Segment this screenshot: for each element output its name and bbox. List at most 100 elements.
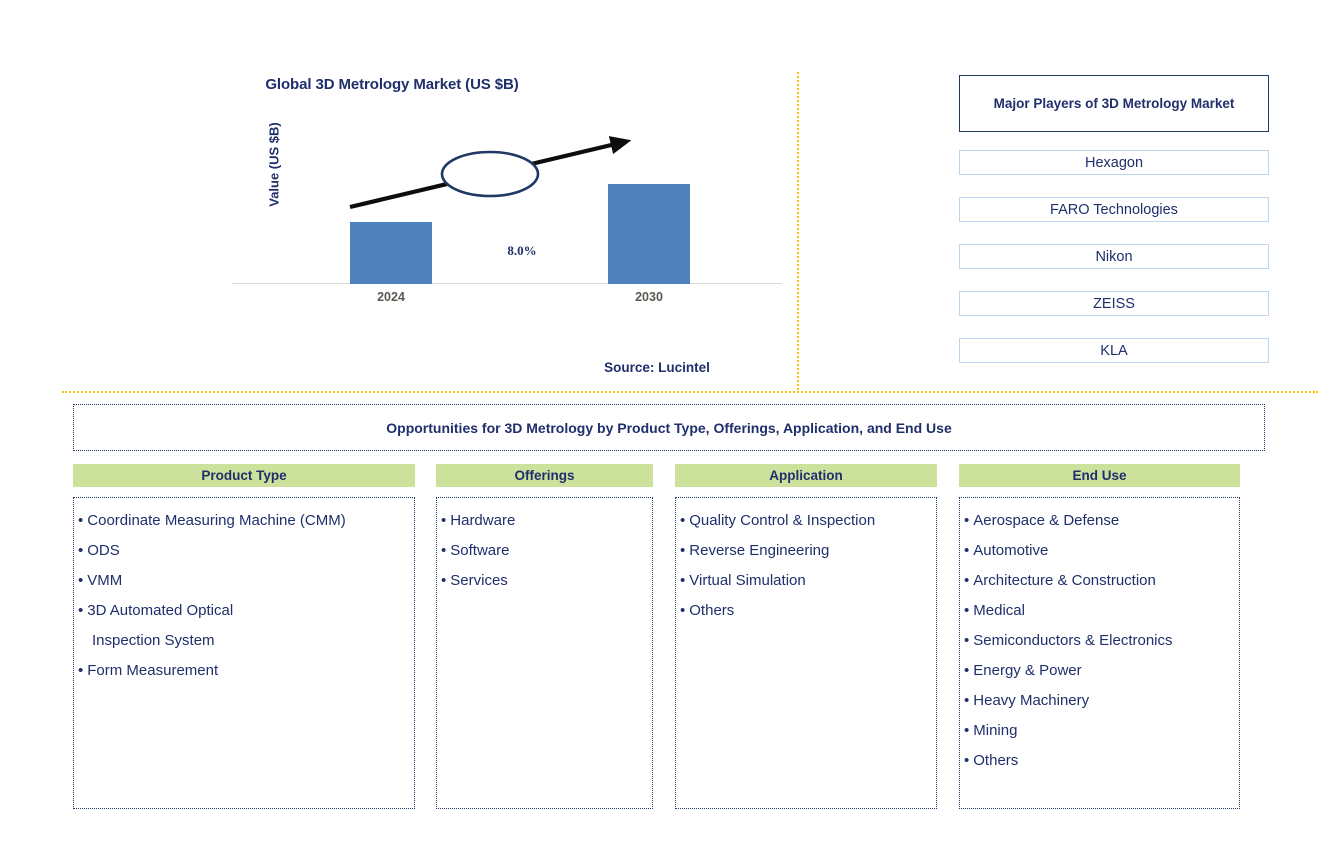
- list-item-label: Hardware: [450, 512, 516, 529]
- list-item: • Others: [680, 596, 930, 626]
- bullet-icon: •: [441, 542, 447, 559]
- column-list: • Coordinate Measuring Machine (CMM) • ODS…: [78, 506, 408, 686]
- bullet-icon: •: [78, 512, 84, 529]
- bullet-icon: •: [964, 692, 970, 709]
- column-header: Offerings: [436, 464, 653, 487]
- list-item: • Quality Control & Inspection: [680, 506, 930, 536]
- column-offerings: Offerings • Hardware • Software • Services: [436, 464, 653, 809]
- list-item: • Heavy Machinery: [964, 686, 1233, 716]
- list-item-label: Others: [973, 752, 1019, 769]
- bullet-icon: •: [964, 512, 970, 529]
- list-item: • Coordinate Measuring Machine (CMM): [78, 506, 408, 536]
- major-players-panel: Major Players of 3D Metrology Market Hex…: [959, 75, 1269, 385]
- bullet-icon: •: [964, 752, 970, 769]
- bullet-icon: •: [680, 602, 686, 619]
- list-item: • Hardware: [441, 506, 646, 536]
- cagr-value-label: 8.0%: [507, 243, 537, 258]
- column-body: • Hardware • Software • Services: [436, 497, 653, 809]
- column-header: End Use: [959, 464, 1240, 487]
- list-item: • Semiconductors & Electronics: [964, 626, 1233, 656]
- column-list: • Aerospace & Defense • Automotive • Archit…: [964, 506, 1233, 776]
- list-item: • 3D Automated Optical: [78, 596, 408, 626]
- column-product-type: Product Type • Coordinate Measuring Machi…: [73, 464, 415, 809]
- bullet-icon: •: [964, 662, 970, 679]
- list-item-label: ODS: [87, 542, 120, 559]
- player-item[interactable]: Hexagon: [959, 150, 1269, 175]
- list-item: • Form Measurement: [78, 656, 408, 686]
- list-item: • Medical: [964, 596, 1233, 626]
- list-item: • ODS: [78, 536, 408, 566]
- player-item[interactable]: Nikon: [959, 244, 1269, 269]
- list-item-label: Architecture & Construction: [973, 572, 1156, 589]
- major-players-header: Major Players of 3D Metrology Market: [959, 75, 1269, 132]
- list-item-label: Coordinate Measuring Machine (CMM): [87, 512, 346, 529]
- column-list: • Quality Control & Inspection • Reverse E…: [680, 506, 930, 626]
- list-item-label: 3D Automated Optical: [87, 602, 234, 619]
- list-item-label: Mining: [973, 722, 1018, 739]
- list-item-label: Medical: [973, 602, 1025, 619]
- bullet-icon: •: [964, 602, 970, 619]
- list-item: • VMM: [78, 566, 408, 596]
- list-item-label: Software: [450, 542, 510, 559]
- bullet-icon: •: [680, 512, 686, 529]
- list-item-label: Semiconductors & Electronics: [973, 632, 1173, 649]
- column-body: • Coordinate Measuring Machine (CMM) • ODS…: [73, 497, 415, 809]
- bar-2024: [350, 222, 432, 284]
- player-item[interactable]: FARO Technologies: [959, 197, 1269, 222]
- bullet-icon: •: [78, 542, 84, 559]
- player-item[interactable]: ZEISS: [959, 291, 1269, 316]
- list-item: • Virtual Simulation: [680, 566, 930, 596]
- player-item[interactable]: KLA: [959, 338, 1269, 363]
- source-label: Source: Lucintel: [604, 360, 710, 375]
- column-end-use: End Use • Aerospace & Defense • Automotive…: [959, 464, 1240, 809]
- list-item: • Others: [964, 746, 1233, 776]
- bullet-icon: •: [441, 512, 447, 529]
- bullet-icon: •: [964, 722, 970, 739]
- bullet-icon: •: [78, 602, 84, 619]
- bullet-icon: •: [964, 542, 970, 559]
- list-item-label: Virtual Simulation: [689, 572, 806, 589]
- list-item-label: Reverse Engineering: [689, 542, 830, 559]
- bullet-icon: •: [964, 632, 970, 649]
- column-application: Application • Quality Control & Inspectio…: [675, 464, 937, 809]
- bullet-icon: •: [78, 662, 84, 679]
- list-item: • Reverse Engineering: [680, 536, 930, 566]
- bullet-icon: •: [964, 572, 970, 589]
- bullet-icon: •: [680, 572, 686, 589]
- column-list: • Hardware • Software • Services: [441, 506, 646, 596]
- list-item-label: Automotive: [973, 542, 1049, 559]
- vertical-divider: [797, 72, 799, 390]
- x-tick-2024: 2024: [377, 290, 405, 304]
- bullet-icon: •: [680, 542, 686, 559]
- column-body: • Aerospace & Defense • Automotive • Archit…: [959, 497, 1240, 809]
- list-item: • Energy & Power: [964, 656, 1233, 686]
- list-item: • Services: [441, 566, 646, 596]
- list-item-label: Energy & Power: [973, 662, 1082, 679]
- list-item: • Automotive: [964, 536, 1233, 566]
- cagr-arrow-icon: [349, 136, 632, 210]
- list-item-continuation: Inspection System: [78, 626, 408, 656]
- list-item-label: Aerospace & Defense: [973, 512, 1120, 529]
- list-item: • Architecture & Construction: [964, 566, 1233, 596]
- list-item-label: Heavy Machinery: [973, 692, 1090, 709]
- infographic-root: Global 3D Metrology Market (US $B) Value…: [0, 0, 1332, 847]
- chart-title: Global 3D Metrology Market (US $B): [265, 76, 519, 93]
- opportunities-banner: Opportunities for 3D Metrology by Produc…: [73, 404, 1265, 451]
- column-body: • Quality Control & Inspection • Reverse E…: [675, 497, 937, 809]
- bullet-icon: •: [78, 572, 84, 589]
- list-item-label: Services: [450, 572, 508, 589]
- list-item: • Mining: [964, 716, 1233, 746]
- list-item-label: VMM: [87, 572, 123, 589]
- column-header: Product Type: [73, 464, 415, 487]
- list-item-label: Quality Control & Inspection: [689, 512, 876, 529]
- list-item-label: Others: [689, 602, 735, 619]
- list-item-label: Form Measurement: [87, 662, 219, 679]
- x-tick-2030: 2030: [635, 290, 663, 304]
- list-item: • Aerospace & Defense: [964, 506, 1233, 536]
- list-item: • Software: [441, 536, 646, 566]
- market-chart-panel: Global 3D Metrology Market (US $B) Value…: [62, 62, 792, 387]
- list-item-label: Inspection System: [92, 632, 215, 649]
- horizontal-divider: [62, 391, 1318, 393]
- column-header: Application: [675, 464, 937, 487]
- bullet-icon: •: [441, 572, 447, 589]
